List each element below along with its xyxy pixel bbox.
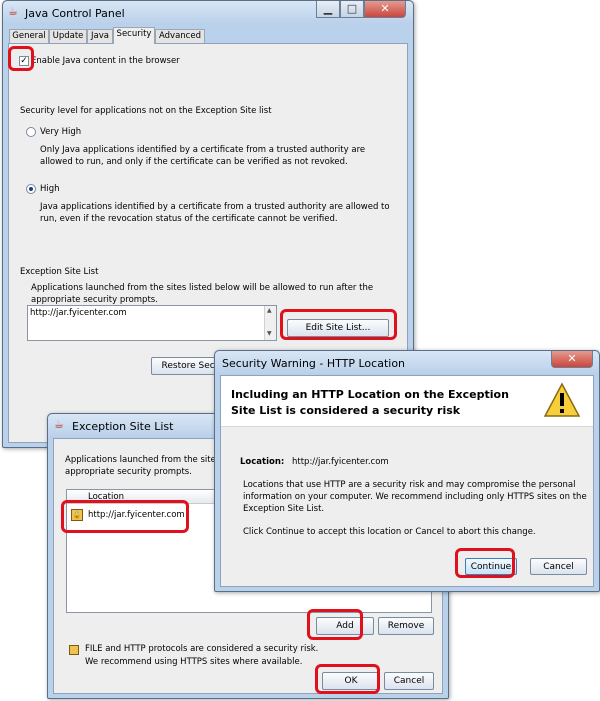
- close-button[interactable]: ✕: [551, 351, 593, 368]
- security-level-heading: Security level for applications not on t…: [20, 106, 272, 116]
- window-title: Security Warning - HTTP Location: [222, 357, 406, 370]
- high-description: run, even if the revocation status of th…: [40, 214, 338, 224]
- cancel-button[interactable]: Cancel: [384, 672, 434, 690]
- very-high-label: Very High: [40, 127, 82, 137]
- location-label: Location:: [240, 457, 285, 467]
- exception-description: appropriate security prompts.: [31, 295, 158, 305]
- security-warning-window: Security Warning - HTTP Location ✕ Inclu…: [214, 350, 600, 592]
- tab-general[interactable]: General: [9, 29, 49, 43]
- warning-heading: Site List is considered a security risk: [231, 404, 461, 417]
- minimize-icon: ▁: [323, 2, 333, 15]
- highlight-add-button: [307, 609, 363, 640]
- remove-button[interactable]: Remove: [378, 617, 434, 635]
- tab-label: General: [12, 31, 46, 41]
- high-radio[interactable]: [26, 184, 36, 194]
- scroll-up-icon[interactable]: ▲: [267, 307, 272, 314]
- tab-advanced[interactable]: Advanced: [155, 29, 205, 43]
- high-label: High: [40, 184, 60, 194]
- java-icon: ☕: [8, 5, 18, 18]
- warning-heading: Including an HTTP Location on the Except…: [231, 388, 509, 401]
- tab-label: Update: [52, 31, 84, 41]
- security-warning-titlebar[interactable]: Security Warning - HTTP Location ✕: [215, 351, 599, 375]
- button-label: Restore Secu: [161, 361, 221, 371]
- security-note: FILE and HTTP protocols are considered a…: [85, 644, 319, 654]
- list-scrollbar[interactable]: ▲ ▼: [264, 306, 276, 340]
- warning-icon: [543, 382, 581, 417]
- very-high-description: allowed to run, and only if the certific…: [40, 157, 348, 167]
- button-label: Remove: [387, 621, 425, 631]
- dialog-description: appropriate security prompts.: [65, 467, 192, 477]
- button-label: Cancel: [543, 562, 574, 572]
- warning-header: Including an HTTP Location on the Except…: [221, 376, 593, 427]
- scroll-down-icon[interactable]: ▼: [267, 330, 272, 337]
- maximize-icon: □: [346, 2, 358, 15]
- security-warning-content: Including an HTTP Location on the Except…: [220, 375, 594, 587]
- window-title: Exception Site List: [72, 420, 174, 433]
- tab-label: Security: [116, 29, 152, 39]
- security-note: We recommend using HTTPS sites where ava…: [85, 657, 303, 667]
- very-high-radio[interactable]: [26, 127, 36, 137]
- exception-description: Applications launched from the sites lis…: [31, 283, 374, 293]
- lock-icon: [69, 645, 79, 655]
- dialog-description: Applications launched from the sites: [65, 455, 221, 465]
- tab-label: Advanced: [159, 31, 201, 41]
- warning-instruction: Click Continue to accept this location o…: [243, 527, 536, 537]
- location-value: http://jar.fyicenter.com: [292, 457, 389, 467]
- close-icon: ✕: [380, 2, 390, 15]
- exception-site-list-heading: Exception Site List: [20, 267, 99, 277]
- java-icon: ☕: [54, 418, 64, 431]
- window-title: Java Control Panel: [25, 7, 125, 20]
- highlight-edit-site-list: [280, 309, 397, 340]
- button-label: Cancel: [393, 676, 425, 686]
- highlight-enable-checkbox: [8, 46, 34, 71]
- cancel-button[interactable]: Cancel: [530, 558, 587, 575]
- radio-selected-dot: [29, 187, 33, 191]
- highlight-ok-button: [315, 664, 380, 694]
- site-entry[interactable]: http://jar.fyicenter.com: [30, 308, 127, 318]
- very-high-description: Only Java applications identified by a c…: [40, 145, 366, 155]
- warning-body: information on your computer. We recomme…: [243, 492, 587, 502]
- tab-security[interactable]: Security: [113, 27, 155, 44]
- high-description: Java applications identified by a certif…: [40, 202, 390, 212]
- maximize-button[interactable]: □: [340, 1, 364, 18]
- close-icon: ✕: [567, 352, 577, 365]
- tab-java[interactable]: Java: [87, 29, 113, 43]
- enable-java-label: Enable Java content in the browser: [31, 56, 180, 66]
- minimize-button[interactable]: ▁: [316, 1, 340, 18]
- highlight-continue-button: [455, 548, 515, 578]
- highlight-site-entry: [61, 500, 189, 533]
- tab-label: Java: [91, 31, 109, 41]
- close-button[interactable]: ✕: [364, 1, 406, 18]
- exception-site-list-box[interactable]: http://jar.fyicenter.com ▲ ▼: [27, 305, 277, 341]
- tab-update[interactable]: Update: [49, 29, 87, 43]
- warning-body: Exception Site List.: [243, 504, 325, 514]
- java-control-panel-titlebar[interactable]: ☕ Java Control Panel ▁ □ ✕: [3, 1, 413, 25]
- warning-body: Locations that use HTTP are a security r…: [243, 480, 576, 490]
